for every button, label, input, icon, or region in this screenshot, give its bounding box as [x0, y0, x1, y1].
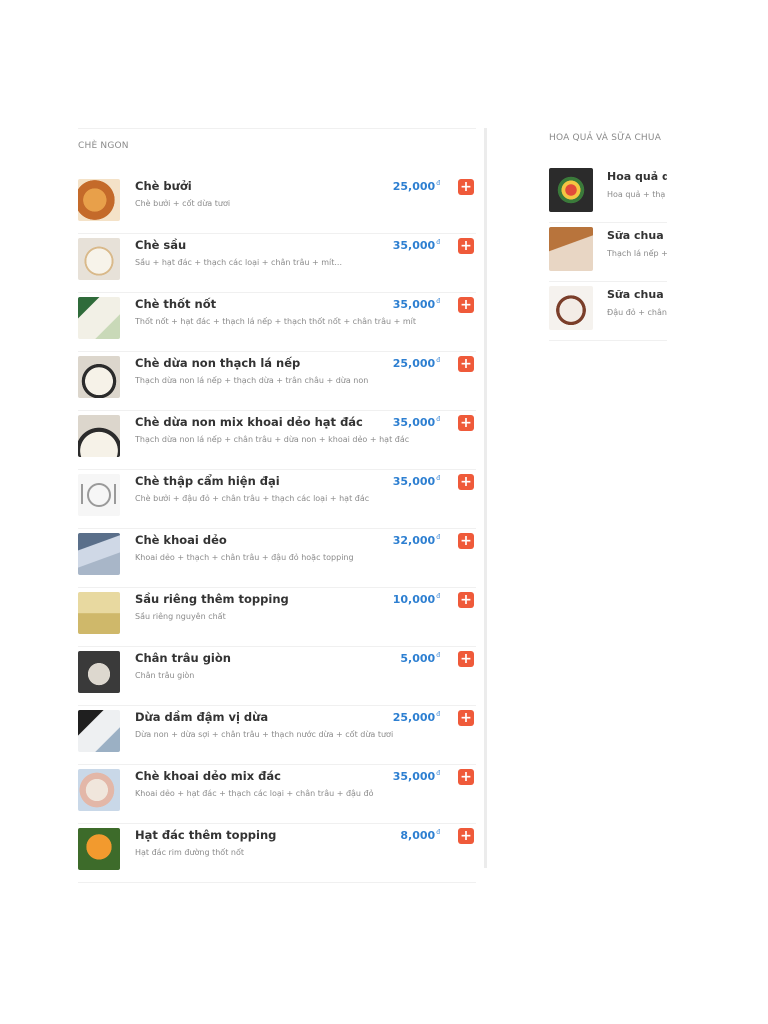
- item-description: Chè bưởi + cốt dừa tươi: [135, 199, 231, 208]
- menu-item[interactable]: Chè khoai dẻo mix đác Khoai dẻo + hạt đá…: [78, 765, 476, 824]
- item-name: Chân trâu giòn: [135, 651, 231, 665]
- item-name: Dừa dầm đậm vị dừa: [135, 710, 269, 724]
- item-description: Hạt đác rim đường thốt nốt: [135, 848, 244, 857]
- menu-item[interactable]: Sữa chua t Thạch lá nếp +: [549, 223, 667, 282]
- section-title: HOA QUẢ VÀ SỮA CHUA: [549, 133, 662, 143]
- item-description: Sầu riêng nguyên chất: [135, 612, 226, 621]
- item-photo: [78, 415, 120, 457]
- item-price: 35,000đ: [392, 770, 440, 783]
- add-to-cart-button[interactable]: +: [458, 710, 474, 726]
- item-description: Chân trâu giòn: [135, 671, 195, 680]
- item-price: 8,000đ: [400, 829, 440, 842]
- menu-item[interactable]: Sầu riêng thêm topping Sầu riêng nguyên …: [78, 588, 476, 647]
- item-photo: [78, 179, 120, 221]
- item-photo: [78, 238, 120, 280]
- menu-item[interactable]: Dừa dầm đậm vị dừa Dừa non + dừa sợi + c…: [78, 706, 476, 765]
- item-photo: [549, 168, 593, 212]
- menu-item[interactable]: Chè bưởi Chè bưởi + cốt dừa tươi 25,000đ…: [78, 175, 476, 234]
- menu-list: Chè bưởi Chè bưởi + cốt dừa tươi 25,000đ…: [78, 175, 476, 883]
- item-photo: [78, 769, 120, 811]
- item-photo: [78, 828, 120, 870]
- item-photo: [78, 710, 120, 752]
- item-name: Chè sầu: [135, 238, 187, 252]
- item-price: 35,000đ: [392, 475, 440, 488]
- add-to-cart-button[interactable]: +: [458, 238, 474, 254]
- item-price: 25,000đ: [392, 357, 440, 370]
- item-photo: [78, 356, 120, 398]
- item-name: Chè thốt nốt: [135, 297, 217, 311]
- add-to-cart-button[interactable]: +: [458, 415, 474, 431]
- menu-item[interactable]: Chè sầu Sầu + hạt đác + thạch các loại +…: [78, 234, 476, 293]
- menu-item[interactable]: Chè dừa non thạch lá nếp Thạch dừa non l…: [78, 352, 476, 411]
- item-description: Khoai dẻo + hạt đác + thạch các loại + c…: [135, 789, 374, 798]
- item-description: Khoai dẻo + thạch + chân trâu + đậu đỏ h…: [135, 553, 354, 562]
- item-price: 35,000đ: [392, 298, 440, 311]
- item-price: 25,000đ: [392, 180, 440, 193]
- hoa-qua-sua-chua-section: HOA QUẢ VÀ SỮA CHUA Hoa quả dầ Hoa quả +…: [549, 128, 768, 348]
- item-description: Thạch dừa non lá nếp + thạch dừa + trân …: [135, 376, 369, 385]
- menu-item[interactable]: Hạt đác thêm topping Hạt đác rim đường t…: [78, 824, 476, 883]
- item-description: Thốt nốt + hạt đác + thạch lá nếp + thạc…: [135, 317, 417, 326]
- menu-item[interactable]: Chân trâu giòn Chân trâu giòn 5,000đ +: [78, 647, 476, 706]
- menu-item[interactable]: Sữa chua đ Đậu đỏ + chân: [549, 282, 667, 341]
- item-name: Chè dừa non thạch lá nếp: [135, 356, 301, 370]
- item-description: Sầu + hạt đác + thạch các loại + chân tr…: [135, 258, 343, 267]
- menu-page: CHÈ NGON Chè bưởi Chè bưởi + cốt dừa tươ…: [0, 0, 768, 1024]
- item-description: Chè bưởi + đậu đỏ + chân trâu + thạch cá…: [135, 494, 370, 503]
- item-name: Sữa chua đ: [607, 288, 667, 301]
- item-photo: [549, 286, 593, 330]
- item-price: 35,000đ: [392, 416, 440, 429]
- item-description: Hoa quả + thạ: [607, 190, 666, 199]
- item-photo: [78, 651, 120, 693]
- menu-item[interactable]: Chè thốt nốt Thốt nốt + hạt đác + thạch …: [78, 293, 476, 352]
- item-photo: [78, 533, 120, 575]
- add-to-cart-button[interactable]: +: [458, 651, 474, 667]
- menu-item[interactable]: Chè thập cẩm hiện đại Chè bưởi + đậu đỏ …: [78, 470, 476, 529]
- menu-list: Hoa quả dầ Hoa quả + thạ Sữa chua t Thạc…: [549, 164, 667, 341]
- item-name: Chè dừa non mix khoai dẻo hạt đác: [135, 415, 363, 429]
- add-to-cart-button[interactable]: +: [458, 356, 474, 372]
- item-description: Thạch dừa non lá nếp + chân trâu + dừa n…: [135, 435, 410, 444]
- add-to-cart-button[interactable]: +: [458, 828, 474, 844]
- item-photo: [549, 227, 593, 271]
- item-price: 10,000đ: [392, 593, 440, 606]
- add-to-cart-button[interactable]: +: [458, 474, 474, 490]
- column-divider: [484, 128, 487, 868]
- item-name: Chè bưởi: [135, 179, 192, 193]
- plate-placeholder-icon: [78, 474, 120, 516]
- item-price: 25,000đ: [392, 711, 440, 724]
- item-price: 35,000đ: [392, 239, 440, 252]
- menu-item[interactable]: Hoa quả dầ Hoa quả + thạ: [549, 164, 667, 223]
- add-to-cart-button[interactable]: +: [458, 769, 474, 785]
- item-name: Sầu riêng thêm topping: [135, 592, 289, 606]
- item-name: Chè thập cẩm hiện đại: [135, 474, 280, 488]
- item-description: Thạch lá nếp +: [607, 249, 667, 258]
- item-description: Dừa non + dừa sợi + chân trâu + thạch nư…: [135, 730, 394, 739]
- item-price: 5,000đ: [400, 652, 440, 665]
- item-name: Chè khoai dẻo mix đác: [135, 769, 281, 783]
- item-name: Sữa chua t: [607, 229, 667, 242]
- add-to-cart-button[interactable]: +: [458, 592, 474, 608]
- section-title: CHÈ NGON: [78, 141, 129, 151]
- add-to-cart-button[interactable]: +: [458, 297, 474, 313]
- item-photo: [78, 297, 120, 339]
- item-name: Hoa quả dầ: [607, 170, 667, 183]
- menu-item[interactable]: Chè khoai dẻo Khoai dẻo + thạch + chân t…: [78, 529, 476, 588]
- menu-item[interactable]: Chè dừa non mix khoai dẻo hạt đác Thạch …: [78, 411, 476, 470]
- add-to-cart-button[interactable]: +: [458, 533, 474, 549]
- item-price: 32,000đ: [392, 534, 440, 547]
- item-description: Đậu đỏ + chân: [607, 308, 667, 317]
- item-photo: [78, 592, 120, 634]
- che-ngon-section: CHÈ NGON Chè bưởi Chè bưởi + cốt dừa tươ…: [78, 128, 476, 883]
- add-to-cart-button[interactable]: +: [458, 179, 474, 195]
- item-name: Hạt đác thêm topping: [135, 828, 277, 842]
- item-name: Chè khoai dẻo: [135, 533, 227, 547]
